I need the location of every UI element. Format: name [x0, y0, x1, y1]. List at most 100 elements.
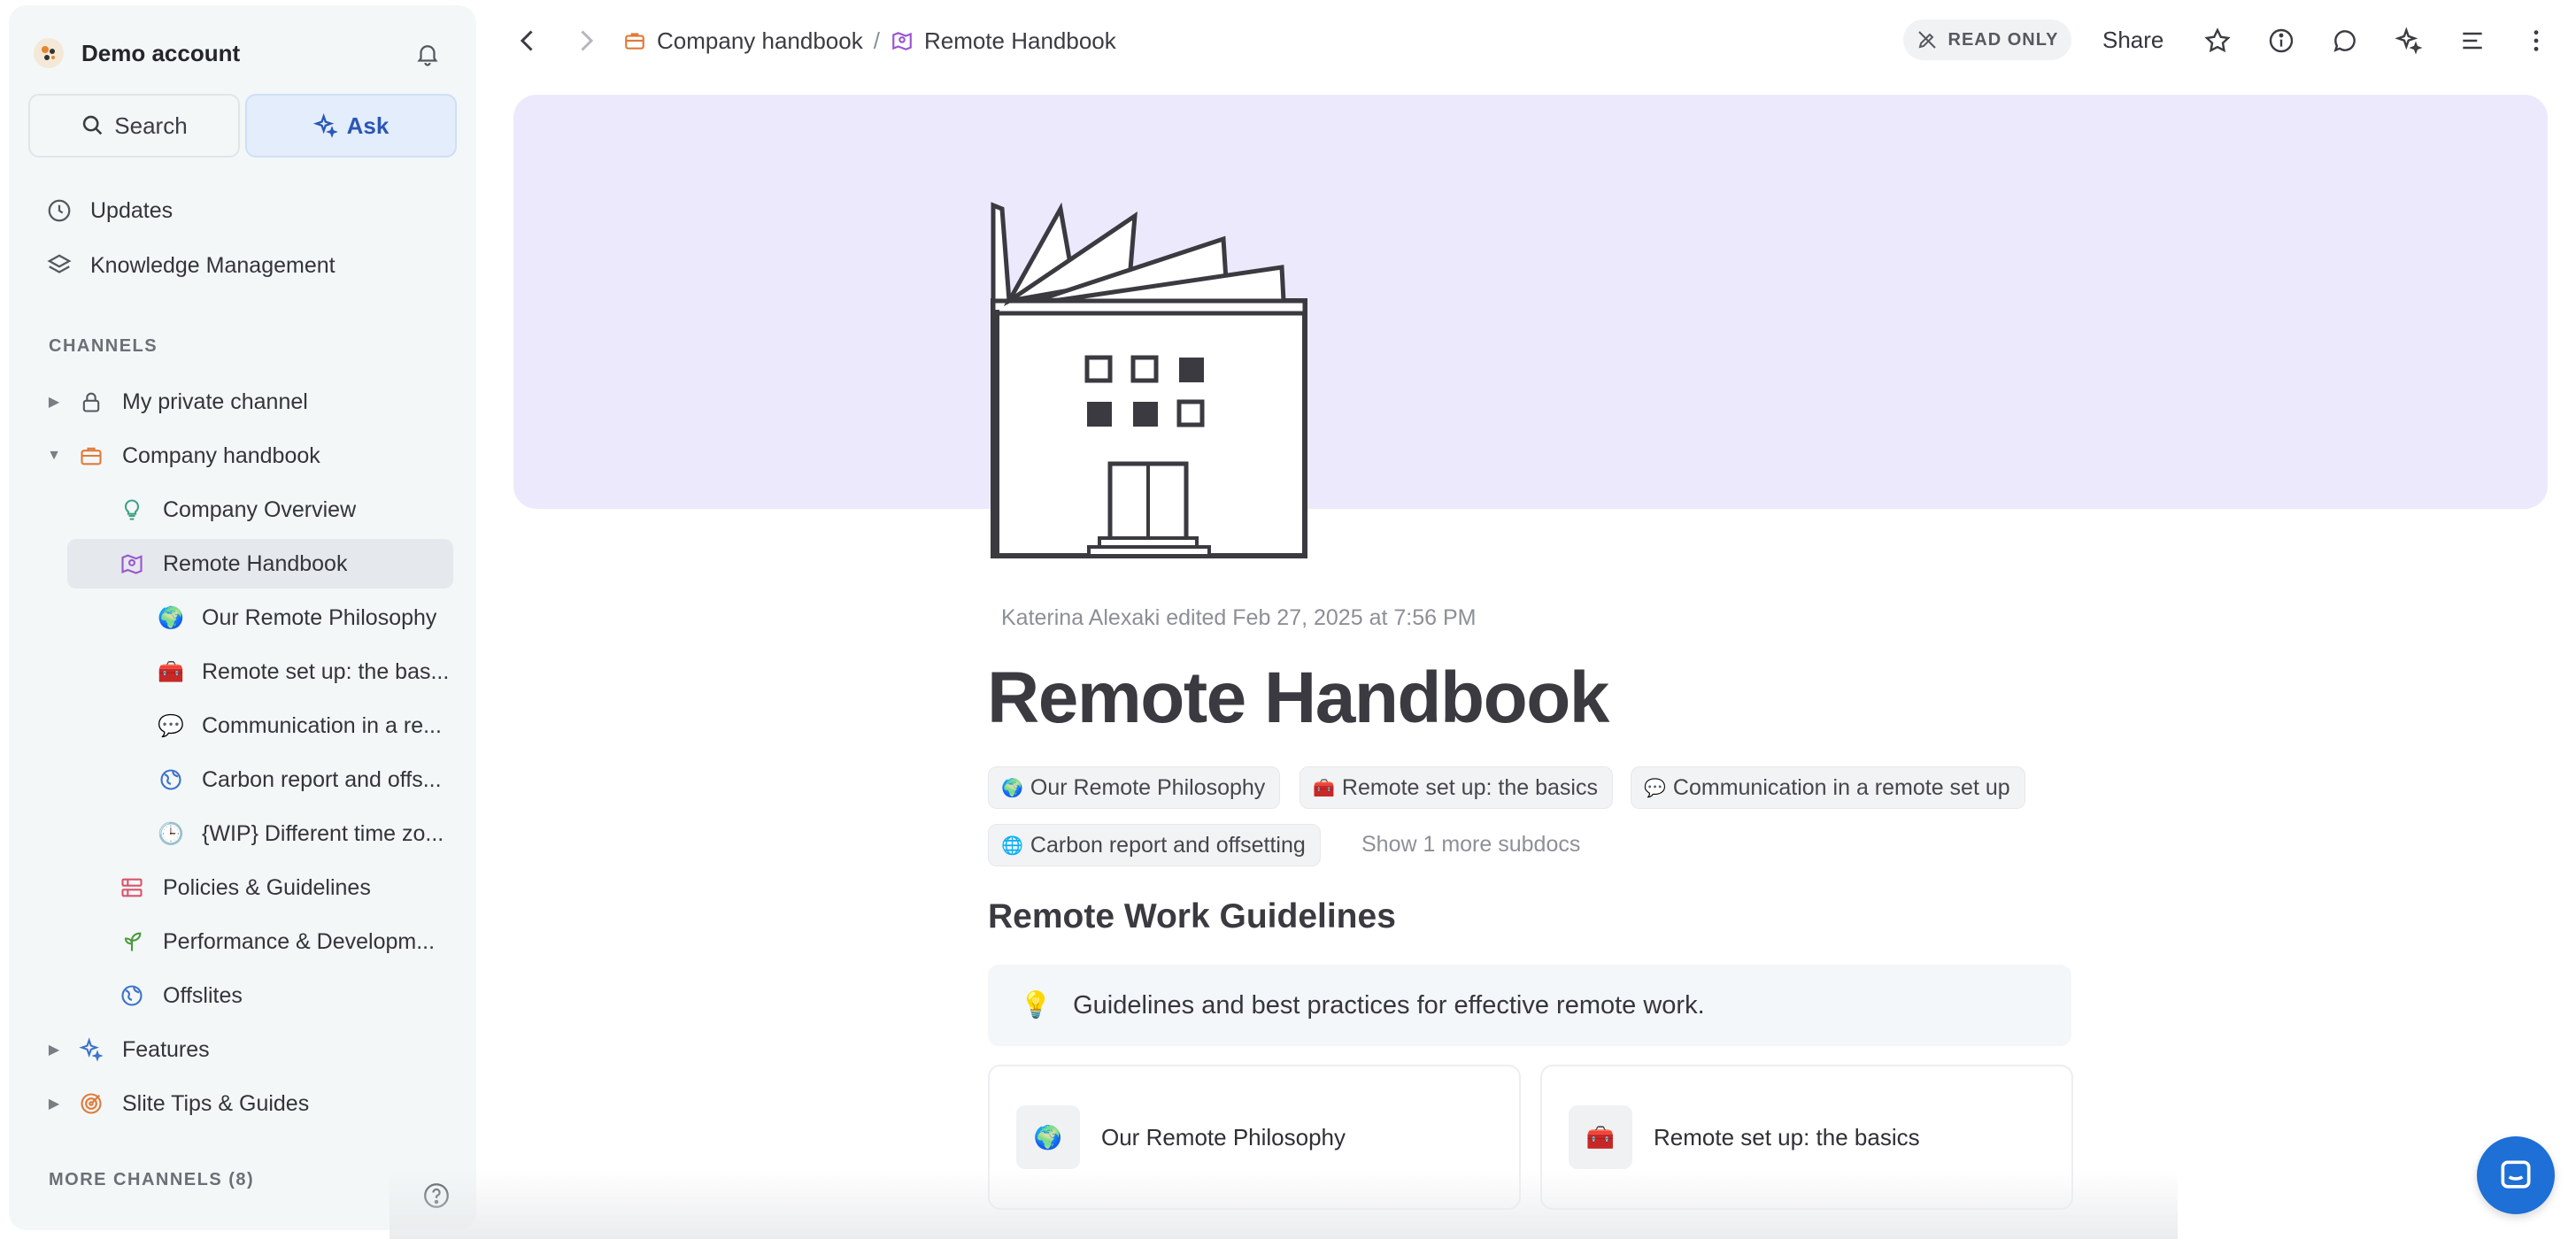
search-label: Search	[114, 112, 188, 139]
layers-icon	[44, 250, 74, 281]
tree-label: Company Overview	[163, 496, 357, 522]
breadcrumb: Company handbook / Remote Handbook	[623, 25, 1116, 57]
outline-icon[interactable]	[2455, 23, 2490, 58]
channel-company-handbook[interactable]: ▼ Company handbook	[44, 431, 320, 481]
subdoc-chip[interactable]: 🧰 Remote set up: the basics	[1300, 766, 1613, 809]
bottom-fade	[389, 1170, 2178, 1239]
callout-text: Guidelines and best practices for effect…	[1073, 990, 1705, 1020]
globe-outline-icon: 🌐	[1001, 835, 1023, 856]
ask-button[interactable]: Ask	[245, 94, 457, 158]
section-heading: Remote Work Guidelines	[988, 897, 1396, 935]
doc-performance[interactable]: Performance & Developm...	[85, 917, 453, 966]
nav-updates-label: Updates	[90, 197, 174, 223]
speech-bubble-emoji: 💬	[1644, 778, 1666, 798]
channels-heading: CHANNELS	[49, 336, 158, 356]
search-button[interactable]: Search	[28, 94, 240, 158]
subdoc-chip[interactable]: 💬 Communication in a remote set up	[1631, 766, 2025, 809]
tree-label: Company handbook	[122, 442, 320, 468]
comment-icon[interactable]	[2327, 23, 2363, 58]
doc-company-overview[interactable]: Company Overview	[85, 485, 356, 535]
doc-offslites[interactable]: Offslites	[85, 971, 243, 1020]
lightbulb-emoji: 💡	[1020, 991, 1053, 1020]
account-switcher[interactable]: Demo account	[34, 30, 459, 76]
clock-emoji: 🕒	[158, 821, 184, 846]
sparkles-icon	[312, 113, 338, 138]
cover-banner	[513, 95, 2548, 509]
lightbulb-icon	[117, 495, 147, 525]
toolbox-emoji: 🧰	[1313, 778, 1335, 798]
show-more-subdocs-link[interactable]: Show 1 more subdocs	[1361, 832, 1580, 858]
doc-communication[interactable]: 💬 Communication in a re...	[124, 701, 453, 750]
briefcase-icon	[625, 33, 644, 50]
tree-label: {WIP} Different time zo...	[202, 820, 444, 846]
globe-outline-icon	[117, 981, 147, 1011]
nav-updates[interactable]: Updates	[44, 188, 173, 234]
doc-our-remote-philosophy[interactable]: 🌍 Our Remote Philosophy	[124, 593, 453, 643]
page-title: Remote Handbook	[987, 658, 1609, 738]
clock-icon	[44, 196, 74, 226]
doc-carbon-report[interactable]: Carbon report and offs...	[124, 755, 453, 804]
doc-time-zones[interactable]: 🕒 {WIP} Different time zo...	[124, 809, 453, 858]
sprout-icon	[117, 927, 147, 957]
lock-icon	[76, 387, 106, 417]
globe-outline-icon	[156, 765, 186, 795]
toolbox-emoji: 🧰	[1569, 1105, 1632, 1169]
subdoc-chip[interactable]: 🌍 Our Remote Philosophy	[988, 766, 1281, 809]
globe-emoji: 🌍	[1001, 778, 1023, 798]
breadcrumb-current[interactable]: Remote Handbook	[924, 27, 1116, 55]
callout-block: 💡 Guidelines and best practices for effe…	[988, 965, 2071, 1046]
building-illustration	[991, 202, 1307, 558]
target-icon	[76, 1089, 106, 1119]
tree-label: Carbon report and offs...	[202, 766, 442, 792]
caret-down-icon[interactable]: ▼	[44, 448, 64, 464]
account-name: Demo account	[81, 39, 241, 66]
ask-label: Ask	[346, 112, 389, 139]
tree-label: Our Remote Philosophy	[202, 604, 437, 630]
subdoc-chip[interactable]: 🌐 Carbon report and offsetting	[988, 824, 1321, 866]
tree-label: Slite Tips & Guides	[122, 1090, 310, 1116]
card-label: Remote set up: the basics	[1654, 1123, 1920, 1150]
share-button[interactable]: Share	[2102, 27, 2163, 54]
doc-remote-setup[interactable]: 🧰 Remote set up: the bas...	[124, 647, 453, 696]
speech-bubble-emoji: 💬	[158, 713, 184, 738]
channel-slite-tips[interactable]: ▶ Slite Tips & Guides	[44, 1079, 309, 1128]
read-only-label: READ ONLY	[1947, 29, 2059, 50]
tree-label: Remote Handbook	[163, 550, 348, 576]
more-channels-link[interactable]: MORE CHANNELS (8)	[49, 1170, 254, 1190]
pencil-off-icon	[1917, 31, 1936, 49]
chat-support-button[interactable]	[2477, 1136, 2555, 1214]
map-icon	[117, 549, 147, 579]
tree-label: Remote set up: the bas...	[202, 658, 450, 684]
caret-right-icon[interactable]: ▶	[44, 1041, 64, 1058]
ai-sparkles-icon[interactable]	[2391, 23, 2426, 58]
subdoc-label: Our Remote Philosophy	[1030, 774, 1266, 800]
caret-right-icon[interactable]: ▶	[44, 1095, 64, 1112]
globe-emoji: 🌍	[158, 605, 184, 630]
policy-icon	[117, 873, 147, 903]
sparkles-icon	[76, 1035, 106, 1065]
tree-label: Performance & Developm...	[163, 928, 436, 954]
map-icon	[892, 32, 912, 50]
top-bar: Company handbook / Remote Handbook READ …	[496, 0, 2576, 81]
bell-icon[interactable]	[414, 41, 441, 67]
globe-emoji: 🌍	[1016, 1105, 1080, 1169]
caret-right-icon[interactable]: ▶	[44, 393, 64, 411]
toolbox-emoji: 🧰	[158, 659, 184, 684]
subdoc-label: Remote set up: the basics	[1341, 774, 1598, 800]
more-vertical-icon[interactable]	[2518, 23, 2554, 58]
read-only-badge: READ ONLY	[1903, 19, 2071, 60]
breadcrumb-parent[interactable]: Company handbook	[657, 27, 863, 55]
star-icon[interactable]	[2200, 23, 2235, 58]
info-icon[interactable]	[2264, 23, 2299, 58]
card-label: Our Remote Philosophy	[1101, 1123, 1346, 1150]
doc-remote-handbook[interactable]: Remote Handbook	[67, 539, 453, 589]
tree-label: Policies & Guidelines	[163, 874, 371, 900]
channel-features[interactable]: ▶ Features	[44, 1025, 210, 1074]
forward-icon[interactable]	[570, 25, 602, 57]
back-icon[interactable]	[512, 25, 544, 57]
tree-label: Offslites	[163, 982, 243, 1008]
nav-knowledge-management[interactable]: Knowledge Management	[44, 242, 335, 289]
channel-my-private[interactable]: ▶ My private channel	[44, 377, 308, 427]
doc-policies[interactable]: Policies & Guidelines	[85, 863, 453, 912]
subdoc-label: Carbon report and offsetting	[1030, 832, 1306, 858]
